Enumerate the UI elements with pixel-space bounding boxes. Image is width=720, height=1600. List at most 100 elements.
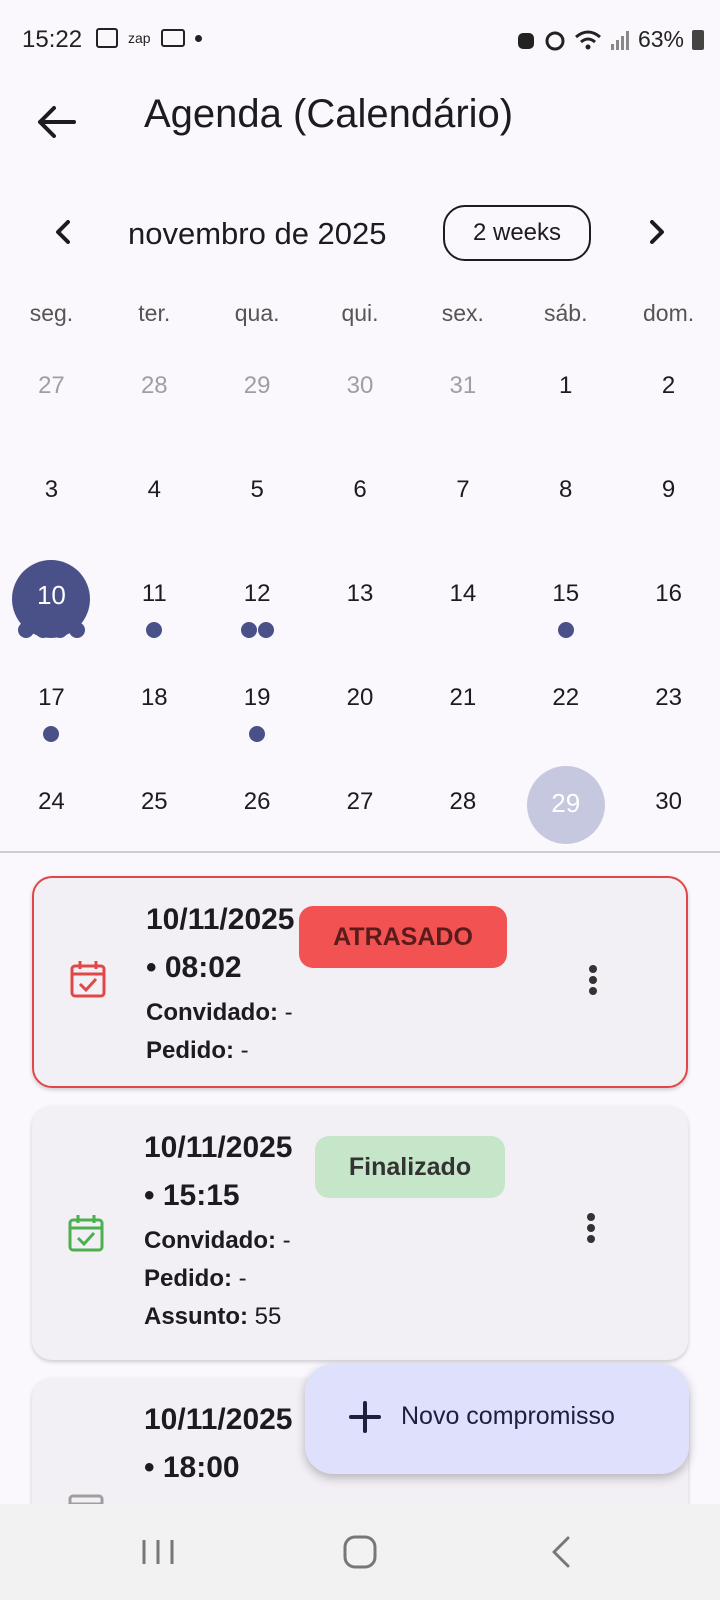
calendar-day-7[interactable]: 7 — [411, 452, 514, 556]
calendar-day-13[interactable]: 13 — [309, 556, 412, 660]
status-badge: ATRASADO — [299, 906, 507, 968]
day-number: 4 — [147, 476, 161, 503]
system-nav-bar — [0, 1504, 720, 1600]
month-header: novembro de 2025 2 weeks — [0, 204, 720, 266]
event-card[interactable]: 10/11/2025 • 15:15 Finalizado Convidado:… — [32, 1106, 688, 1360]
day-number: 3 — [44, 476, 59, 503]
calendar-day-prev-30[interactable]: 30 — [309, 348, 412, 452]
calendar-day-1[interactable]: 1 — [514, 348, 617, 452]
day-number: 10 — [36, 580, 66, 610]
day-number: 16 — [655, 580, 682, 607]
calendar-check-icon — [68, 1215, 104, 1252]
day-number: 9 — [661, 476, 676, 503]
event-marker-dot — [34, 622, 51, 638]
calendar-day-4[interactable]: 4 — [103, 452, 206, 556]
event-marker-dot — [17, 622, 34, 638]
calendar-day-2[interactable]: 2 — [617, 348, 720, 452]
guest-value: - — [284, 999, 293, 1026]
calendar-day-prev-27[interactable]: 27 — [0, 348, 103, 452]
day-number: 14 — [449, 580, 477, 607]
calendar-day-20[interactable]: 20 — [309, 660, 412, 764]
event-marker-dot — [249, 726, 266, 742]
event-markers — [103, 622, 206, 638]
battery-percent: 63% — [637, 26, 684, 52]
calendar-day-14[interactable]: 14 — [411, 556, 514, 660]
calendar-day-prev-28[interactable]: 28 — [103, 348, 206, 452]
plus-icon — [349, 1401, 381, 1433]
day-number: 29 — [551, 788, 581, 818]
calendar-day-prev-29[interactable]: 29 — [206, 348, 309, 452]
signal-icon — [610, 30, 629, 50]
zap-icon: zap — [128, 30, 151, 46]
event-markers — [206, 726, 309, 742]
day-number: 25 — [140, 788, 168, 815]
calendar-day-6[interactable]: 6 — [309, 452, 412, 556]
calendar-day-23[interactable]: 23 — [617, 660, 720, 764]
event-markers — [206, 622, 309, 638]
weekday-label: qui. — [341, 300, 379, 326]
calendar-day-12[interactable]: 12 — [206, 556, 309, 660]
calendar-day-22[interactable]: 22 — [514, 660, 617, 764]
day-number: 23 — [655, 684, 682, 711]
event-datetime: 10/11/2025 • 15:15 — [144, 1131, 293, 1212]
day-number: 12 — [243, 580, 271, 607]
day-number: 1 — [559, 372, 573, 399]
alarm-icon — [545, 31, 565, 50]
chevron-right-icon[interactable] — [636, 212, 676, 252]
event-marker-dot — [257, 622, 274, 638]
wifi-icon — [574, 30, 601, 49]
calendar-week: 3 4 5 6 7 8 9 — [0, 452, 720, 556]
calendar-day-17[interactable]: 17 — [0, 660, 103, 764]
day-number: 17 — [38, 684, 65, 711]
calendar-grid: 27 28 29 30 31 1 2 3 4 5 6 7 8 9 10 11 12 13 14 15 16 17 18 19 2… — [0, 348, 720, 868]
order-row: Pedido: - — [144, 1260, 291, 1298]
calendar-day-8[interactable]: 8 — [514, 452, 617, 556]
status-time: 15:22 — [22, 26, 83, 53]
voicemail-icon — [160, 29, 185, 47]
event-marker-dot — [557, 622, 574, 638]
day-number: 30 — [655, 788, 682, 815]
event-marker-dot — [240, 622, 257, 638]
day-number: 15 — [552, 580, 580, 607]
calendar-day-16[interactable]: 16 — [617, 556, 720, 660]
guest-label: Convidado: — [144, 1227, 276, 1254]
calendar-day-19[interactable]: 19 — [206, 660, 309, 764]
event-marker-dot — [68, 622, 85, 638]
more-options-icon[interactable] — [578, 1210, 604, 1254]
calendar-day-15[interactable]: 15 — [514, 556, 617, 660]
arrow-left-icon[interactable] — [30, 96, 82, 148]
event-marker-dot — [146, 622, 163, 638]
day-number: 24 — [38, 788, 65, 815]
calendar-week: 27 28 29 30 31 1 2 — [0, 348, 720, 452]
order-label: Pedido: — [144, 1265, 232, 1292]
home-icon[interactable] — [338, 1532, 382, 1572]
calendar-day-3[interactable]: 3 — [0, 452, 103, 556]
calendar-week: 10 11 12 13 14 15 16 — [0, 556, 720, 660]
recent-apps-icon[interactable] — [136, 1532, 180, 1572]
back-icon[interactable] — [540, 1532, 584, 1572]
calendar-day-21[interactable]: 21 — [411, 660, 514, 764]
calendar-day-11[interactable]: 11 — [103, 556, 206, 660]
more-options-icon[interactable] — [580, 962, 606, 1006]
event-card[interactable]: 10/11/2025 • 08:02 ATRASADO Convidado: -… — [32, 876, 688, 1088]
app-bar: Agenda (Calendário) — [0, 80, 720, 176]
day-number: 27 — [38, 372, 65, 399]
day-number: 22 — [552, 684, 580, 711]
subject-label: Assunto: — [144, 1303, 248, 1330]
chevron-left-icon[interactable] — [44, 212, 84, 252]
day-number: 26 — [243, 788, 271, 815]
new-appointment-button[interactable]: Novo compromisso — [305, 1364, 689, 1474]
day-number: 19 — [243, 684, 271, 711]
weekday-label: seg. — [29, 300, 74, 326]
calendar-day-prev-31[interactable]: 31 — [411, 348, 514, 452]
day-number: 29 — [243, 372, 271, 399]
calendar-day-5[interactable]: 5 — [206, 452, 309, 556]
calendar-day-10[interactable]: 10 — [0, 556, 103, 660]
calendar-format-button[interactable]: 2 weeks — [443, 205, 591, 261]
calendar-day-9[interactable]: 9 — [617, 452, 720, 556]
order-value: - — [240, 1037, 249, 1064]
order-value: - — [238, 1265, 247, 1292]
status-bar: 15:22 zap 63% — [0, 0, 720, 80]
subject-row: Assunto: 55 — [144, 1298, 291, 1336]
calendar-day-18[interactable]: 18 — [103, 660, 206, 764]
